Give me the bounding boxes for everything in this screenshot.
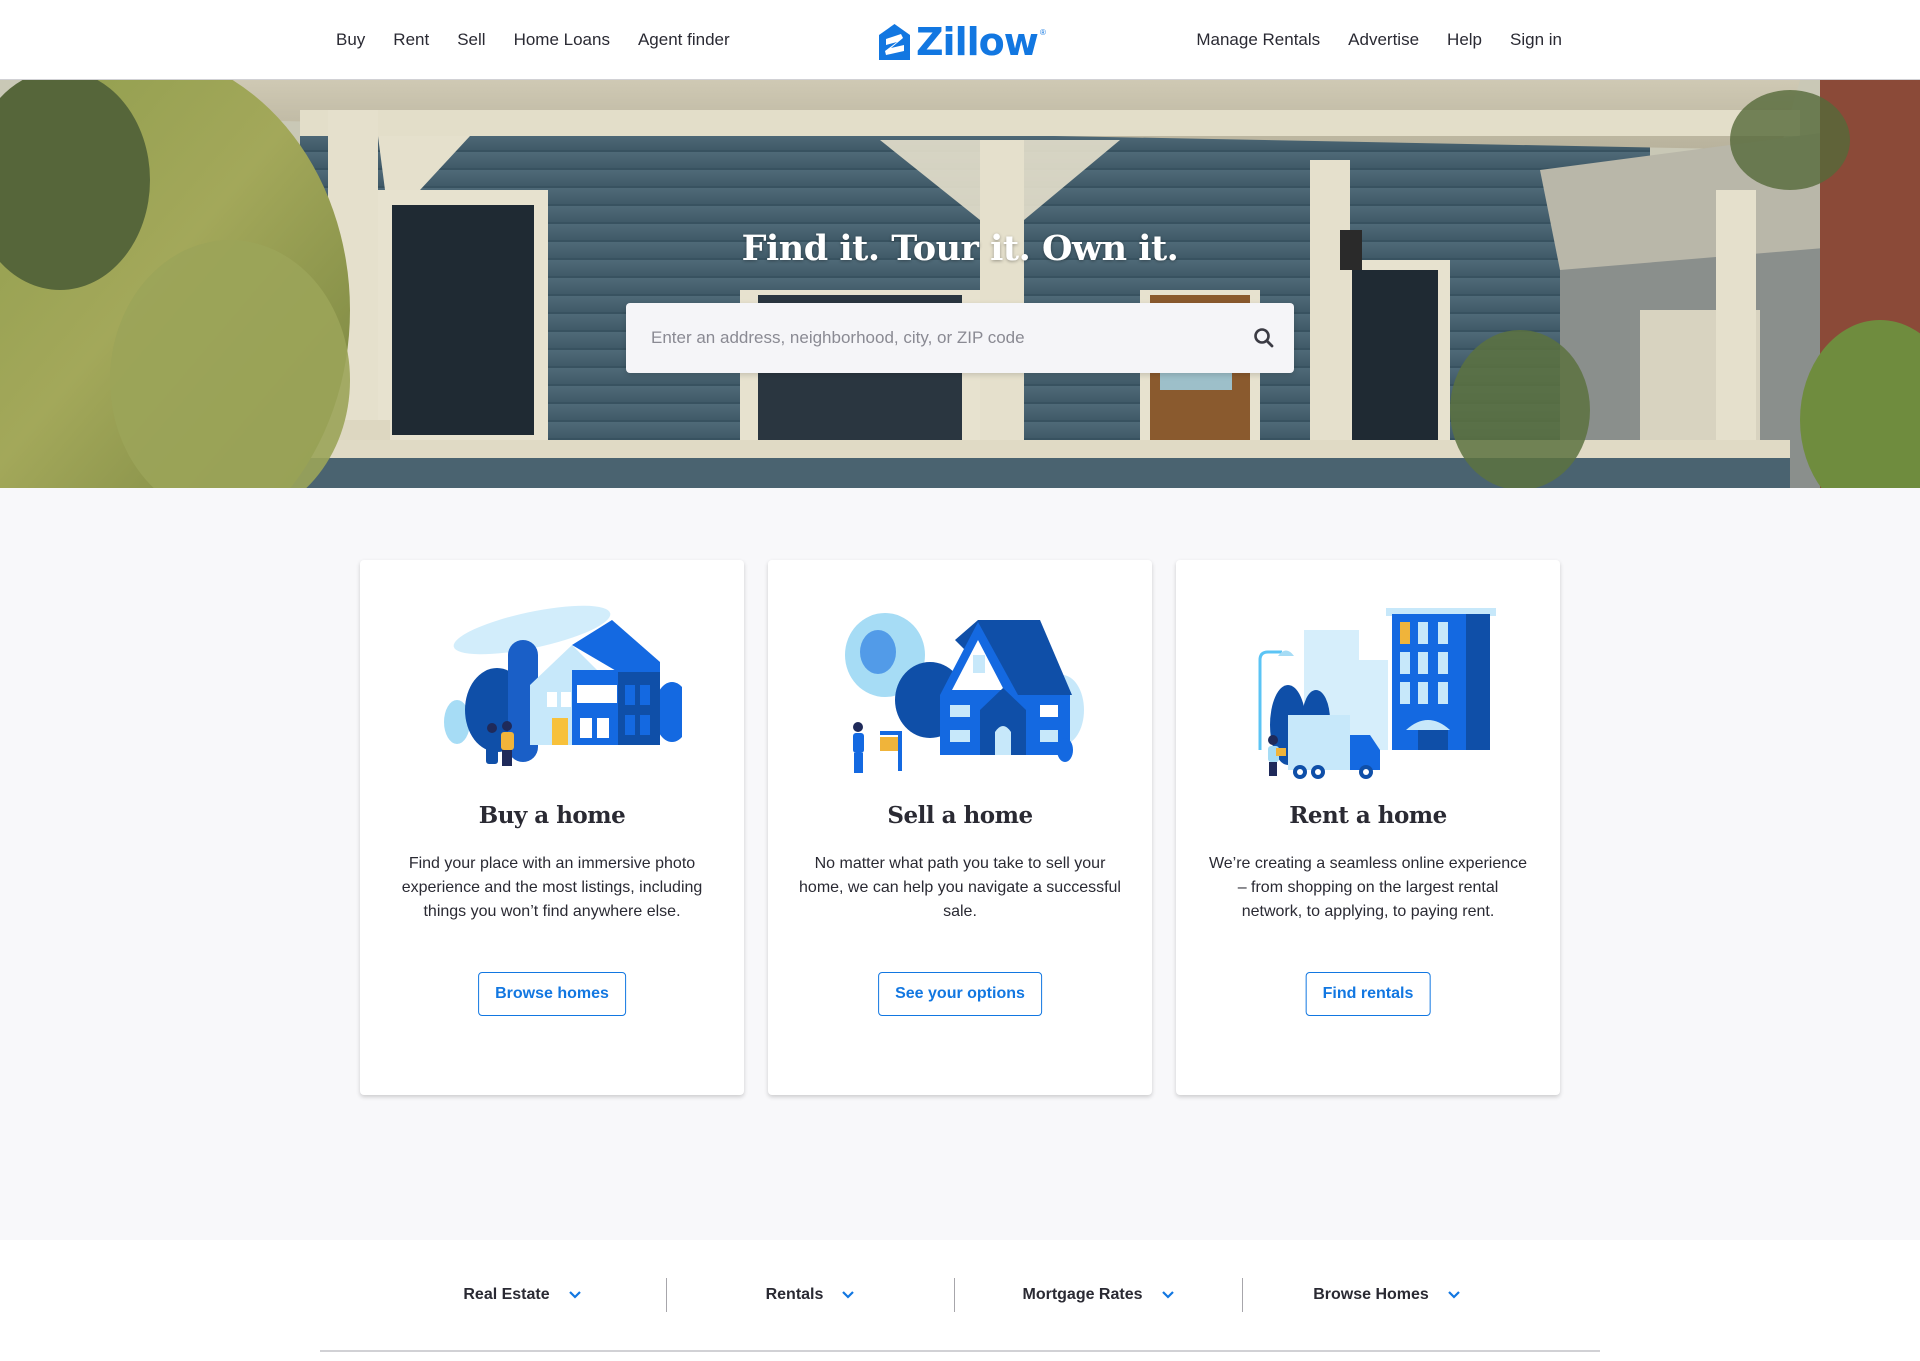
footer-browse-homes-dropdown[interactable]: Browse Homes [1243, 1278, 1531, 1312]
search-icon [1254, 328, 1274, 348]
hero-title: Find it. Tour it. Own it. [741, 228, 1179, 269]
nav-advertise[interactable]: Advertise [1348, 30, 1419, 50]
footer-real-estate-dropdown[interactable]: Real Estate [379, 1278, 667, 1312]
nav-agent-finder[interactable]: Agent finder [638, 30, 730, 50]
card-buy-home: Buy a home Find your place with an immer… [360, 560, 744, 1095]
zillow-logo[interactable]: Zillow ® [879, 20, 1046, 64]
secondary-nav: Manage Rentals Advertise Help Sign in [1196, 0, 1562, 80]
card-title: Buy a home [478, 802, 626, 829]
nav-manage-rentals[interactable]: Manage Rentals [1196, 30, 1320, 50]
zillow-house-icon [879, 24, 910, 60]
footer-rentals-dropdown[interactable]: Rentals [667, 1278, 955, 1312]
nav-sign-in[interactable]: Sign in [1510, 30, 1562, 50]
chevron-down-icon [842, 1291, 855, 1299]
house-buyers-illustration [444, 605, 682, 766]
nav-sell[interactable]: Sell [457, 30, 485, 50]
card-sell-home: Sell a home No matter what path you take… [768, 560, 1152, 1095]
nav-rent[interactable]: Rent [393, 30, 429, 50]
chevron-down-icon [1448, 1291, 1460, 1299]
logo-text: Zillow [916, 20, 1039, 64]
registered-mark: ® [1039, 28, 1046, 37]
nav-help[interactable]: Help [1447, 30, 1482, 50]
footer-label: Mortgage Rates [1022, 1286, 1143, 1303]
footer-label: Rentals [765, 1286, 824, 1303]
hero-banner: Find it. Tour it. Own it. [0, 80, 1920, 488]
nav-home-loans[interactable]: Home Loans [514, 30, 610, 50]
site-header: Buy Rent Sell Home Loans Agent finder Zi… [0, 0, 1920, 80]
apartment-moving-truck-illustration [1258, 608, 1496, 779]
hero-house-photo [0, 80, 1920, 488]
footer-mortgage-rates-dropdown[interactable]: Mortgage Rates [955, 1278, 1243, 1312]
feature-cards: Buy a home Find your place with an immer… [360, 560, 1560, 1095]
card-description: Find your place with an immersive photo … [401, 855, 703, 920]
card-title: Rent a home [1289, 802, 1447, 829]
see-your-options-button[interactable]: See your options [878, 972, 1042, 1016]
browse-homes-button[interactable]: Browse homes [478, 972, 626, 1016]
primary-nav: Buy Rent Sell Home Loans Agent finder [336, 0, 730, 80]
search-button[interactable] [1234, 303, 1294, 373]
card-description: We’re creating a seamless online experie… [1208, 855, 1528, 920]
search-input[interactable] [626, 303, 1234, 373]
footer-label: Real Estate [463, 1286, 550, 1303]
card-description: No matter what path you take to sell you… [799, 855, 1121, 920]
search-bar [626, 303, 1294, 373]
house-for-sale-illustration [845, 613, 1084, 773]
chevron-down-icon [568, 1291, 581, 1299]
footer-divider [320, 1350, 1600, 1352]
find-rentals-button[interactable]: Find rentals [1305, 972, 1431, 1016]
card-rent-home: Rent a home We’re creating a seamless on… [1176, 560, 1560, 1095]
nav-buy[interactable]: Buy [336, 30, 365, 50]
footer: Real Estate Rentals Mortgage Rates Brows… [0, 1240, 1920, 1361]
footer-nav: Real Estate Rentals Mortgage Rates Brows… [379, 1278, 1531, 1312]
footer-label: Browse Homes [1313, 1286, 1429, 1303]
chevron-down-icon [1161, 1291, 1174, 1299]
card-title: Sell a home [887, 802, 1033, 829]
